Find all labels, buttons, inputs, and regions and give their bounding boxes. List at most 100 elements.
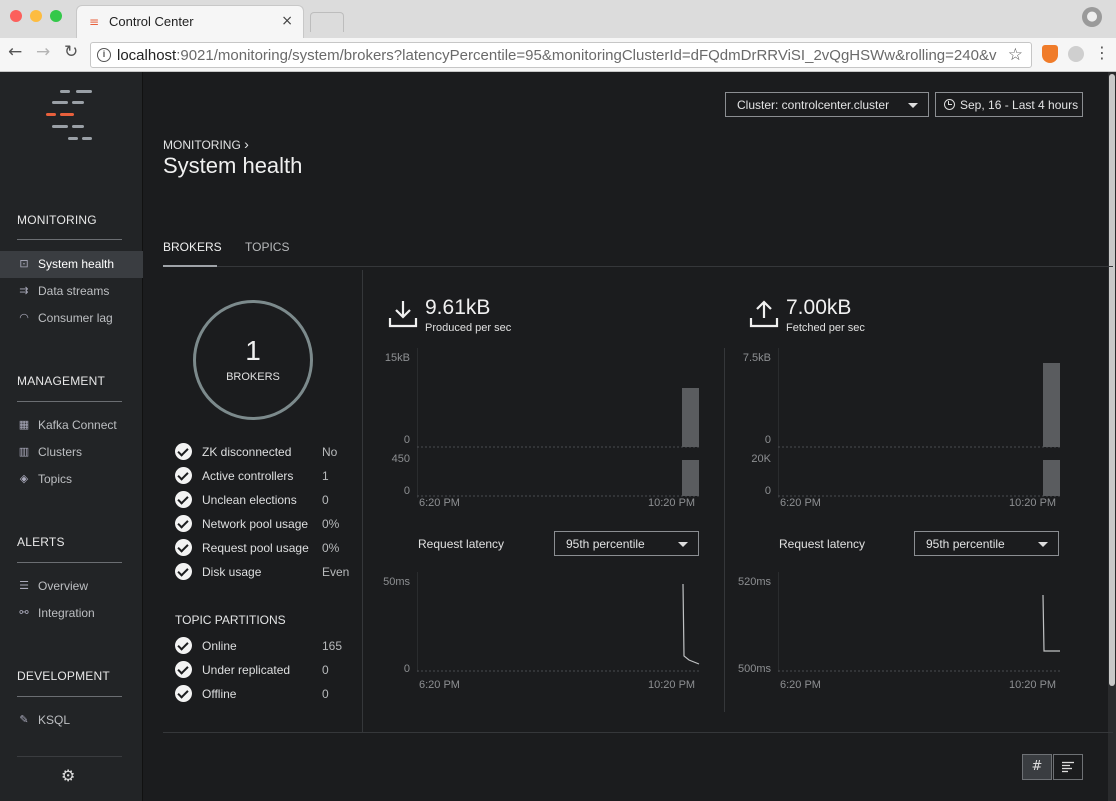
time-range-label: Sep, 16 - Last 4 hours — [960, 98, 1079, 112]
chevron-down-icon — [1038, 542, 1048, 547]
close-window-icon[interactable] — [10, 10, 22, 22]
produced-throughput-chart — [417, 348, 699, 498]
forward-icon[interactable]: → — [36, 42, 50, 62]
stat-label: Disk usage — [202, 565, 262, 579]
axis-label: 500ms — [737, 663, 771, 675]
browser-menu-icon[interactable]: ⋮ — [1094, 43, 1110, 62]
axis-label: 0 — [764, 434, 771, 446]
breadcrumb[interactable]: MONITORING › — [163, 136, 249, 152]
check-icon — [175, 515, 192, 532]
divider — [17, 401, 122, 402]
info-icon[interactable]: i — [97, 48, 111, 62]
fetched-throughput-chart — [778, 348, 1060, 498]
fetched-value: 7.00kB — [786, 296, 852, 319]
ksql-icon: ✎ — [19, 713, 29, 726]
latency-percentile-select[interactable]: 95th percentile — [554, 531, 699, 556]
latency-percentile-select[interactable]: 95th percentile — [914, 531, 1059, 556]
sidebar-item-topics[interactable]: ◈ Topics — [0, 466, 143, 493]
maximize-window-icon[interactable] — [50, 10, 62, 22]
new-tab-button[interactable] — [310, 12, 344, 32]
brave-extension-icon[interactable] — [1042, 45, 1058, 63]
sidebar-item-overview[interactable]: ☰ Overview — [0, 573, 143, 600]
chevron-down-icon — [908, 103, 918, 108]
sidebar: MONITORING ⊡ System health ⇉ Data stream… — [0, 72, 143, 801]
partition-value: 165 — [322, 639, 343, 653]
sidebar-item-consumer-lag[interactable]: ◠ Consumer lag — [0, 305, 143, 332]
scrollbar-thumb[interactable] — [1109, 74, 1115, 686]
tab-topics[interactable]: TOPICS — [245, 240, 289, 254]
check-icon — [175, 443, 192, 460]
axis-label: 520ms — [737, 576, 771, 588]
check-icon — [175, 491, 192, 508]
sidebar-item-label: System health — [38, 257, 115, 271]
sidebar-item-label: Kafka Connect — [38, 418, 117, 432]
sidebar-item-label: Topics — [38, 472, 73, 486]
download-icon — [388, 301, 418, 328]
throughput-bar — [682, 460, 699, 496]
profile-icon[interactable]: ● — [1082, 7, 1102, 27]
axis-label: 0 — [403, 485, 410, 497]
partition-value: 0 — [322, 663, 329, 677]
partition-label: Under replicated — [202, 663, 291, 677]
reload-icon[interactable]: ↻ — [64, 42, 78, 62]
consumer-lag-icon: ◠ — [19, 311, 29, 324]
sidebar-item-label: KSQL — [38, 713, 71, 727]
tabs-divider — [163, 266, 1113, 267]
axis-label: 10:20 PM — [1009, 497, 1057, 509]
axis-label: 6:20 PM — [780, 497, 821, 509]
stat-label: Unclean elections — [202, 493, 297, 507]
sidebar-item-data-streams[interactable]: ⇉ Data streams — [0, 278, 143, 305]
sidebar-item-label: Clusters — [38, 445, 83, 459]
page-title: System health — [163, 153, 303, 178]
stat-label: Network pool usage — [202, 517, 309, 531]
divider — [17, 239, 122, 240]
check-icon — [175, 661, 192, 678]
stat-label: Active controllers — [202, 469, 294, 483]
section-development: DEVELOPMENT — [17, 669, 110, 683]
kafka-connect-icon: ▦ — [18, 418, 30, 431]
list-view-button[interactable] — [1053, 754, 1083, 780]
tab-brokers[interactable]: BROKERS — [163, 240, 222, 254]
check-icon — [175, 637, 192, 654]
bookmark-star-icon[interactable]: ☆ — [1008, 45, 1023, 65]
sidebar-item-integration[interactable]: ⚯ Integration — [0, 600, 143, 627]
axis-label: 15kB — [384, 352, 410, 364]
cluster-select[interactable]: Cluster: controlcenter.cluster — [725, 92, 929, 117]
sidebar-item-ksql[interactable]: ✎ KSQL — [0, 707, 143, 734]
partition-value: 0 — [322, 687, 329, 701]
control-center-logo[interactable] — [46, 90, 96, 144]
grid-view-button[interactable]: # — [1022, 754, 1052, 780]
gear-icon[interactable]: ⚙ — [61, 766, 75, 785]
section-management: MANAGEMENT — [17, 374, 106, 388]
divider — [17, 696, 122, 697]
minimize-window-icon[interactable] — [30, 10, 42, 22]
browser-toolbar: ← → ↻ i localhost:9021/monitoring/system… — [0, 38, 1116, 72]
produced-label: Produced per sec — [425, 322, 512, 334]
time-range-button[interactable]: Sep, 16 - Last 4 hours — [935, 92, 1083, 117]
back-icon[interactable]: ← — [8, 42, 22, 62]
tab-title: Control Center — [109, 14, 194, 29]
clock-icon — [944, 99, 955, 110]
sidebar-item-system-health[interactable]: ⊡ System health — [0, 251, 143, 278]
browser-tab[interactable]: ≡ Control Center × — [76, 5, 304, 38]
throughput-bar — [1043, 363, 1060, 447]
check-icon — [175, 563, 192, 580]
latency-line — [682, 583, 700, 665]
axis-label: 10:20 PM — [1009, 679, 1057, 691]
sidebar-item-clusters[interactable]: ▥ Clusters — [0, 439, 143, 466]
throughput-bar — [682, 388, 699, 447]
integration-icon: ⚯ — [19, 606, 29, 619]
brokers-count: 1 — [245, 335, 261, 366]
overview-icon: ☰ — [19, 579, 29, 592]
axis-label: 6:20 PM — [419, 497, 460, 509]
extension-icon[interactable] — [1068, 46, 1084, 62]
close-tab-icon[interactable]: × — [281, 13, 293, 29]
partition-label: Online — [202, 639, 237, 653]
throughput-bar — [1043, 460, 1060, 496]
brokers-count-ring: 1 BROKERS — [193, 300, 313, 420]
sidebar-item-label: Integration — [38, 606, 95, 620]
axis-label: 50ms — [383, 576, 410, 588]
address-bar[interactable]: i localhost:9021/monitoring/system/broke… — [90, 42, 1032, 68]
sidebar-item-kafka-connect[interactable]: ▦ Kafka Connect — [0, 412, 143, 439]
system-health-icon: ⊡ — [19, 257, 29, 270]
